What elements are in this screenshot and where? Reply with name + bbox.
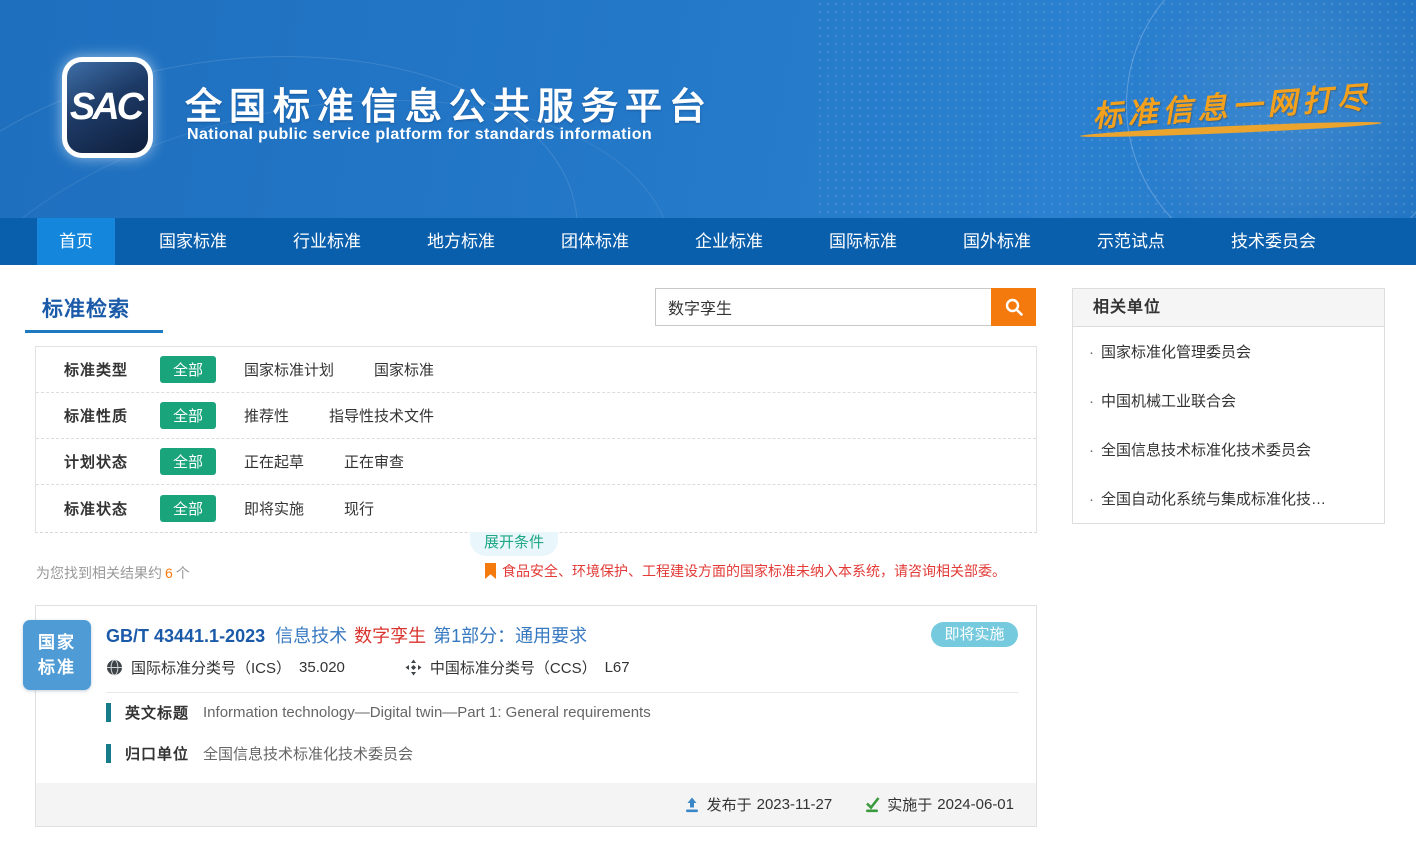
filter-label: 计划状态 bbox=[64, 451, 160, 472]
result-count-suffix: 个 bbox=[176, 565, 190, 581]
implement-label: 实施于 bbox=[887, 794, 932, 815]
implement-date-group: 实施于 2024-06-01 bbox=[864, 794, 1014, 815]
nav-item-technical-committees[interactable]: 技术委员会 bbox=[1209, 218, 1338, 265]
english-title-label: 英文标题 bbox=[125, 702, 189, 723]
filter-option[interactable]: 国家标准 bbox=[374, 359, 434, 380]
nav-item-national-standards[interactable]: 国家标准 bbox=[137, 218, 249, 265]
ics-value: 35.020 bbox=[299, 659, 345, 676]
bookmark-icon bbox=[485, 563, 496, 579]
filter-all-button[interactable]: 全部 bbox=[160, 495, 216, 522]
status-badge: 即将实施 bbox=[931, 622, 1018, 647]
filter-option[interactable]: 国家标准计划 bbox=[244, 359, 334, 380]
system-notice: 食品安全、环境保护、工程建设方面的国家标准未纳入本系统，请咨询相关部委。 bbox=[485, 561, 1006, 581]
filter-box: 标准类型 全部 国家标准计划 国家标准 标准性质 全部 推荐性 指导性技术文件 … bbox=[35, 346, 1037, 533]
nav-item-home[interactable]: 首页 bbox=[37, 218, 115, 265]
publish-date: 2023-11-27 bbox=[757, 796, 833, 813]
sac-logo[interactable]: SAC bbox=[62, 57, 153, 158]
dept-label: 归口单位 bbox=[125, 743, 189, 764]
site-subtitle: National public service platform for sta… bbox=[187, 126, 652, 144]
nav-item-international-standards[interactable]: 国际标准 bbox=[807, 218, 919, 265]
row-accent-bar bbox=[106, 744, 111, 763]
filter-all-button[interactable]: 全部 bbox=[160, 448, 216, 475]
dept-value: 全国信息技术标准化技术委员会 bbox=[203, 743, 413, 764]
publish-label: 发布于 bbox=[707, 794, 752, 815]
standard-title-highlight: 数字孪生 bbox=[354, 626, 426, 646]
site-title: 全国标准信息公共服务平台 bbox=[185, 76, 713, 130]
sidebar-item-sac[interactable]: 国家标准化管理委员会 bbox=[1073, 327, 1384, 376]
sac-logo-text: SAC bbox=[70, 86, 145, 129]
expand-conditions-button[interactable]: 展开条件 bbox=[470, 532, 558, 556]
nav-item-group-standards[interactable]: 团体标准 bbox=[539, 218, 651, 265]
nav-item-pilot-projects[interactable]: 示范试点 bbox=[1075, 218, 1187, 265]
globe-icon bbox=[106, 659, 123, 676]
english-title-row: 英文标题 Information technology—Digital twin… bbox=[106, 702, 651, 723]
dept-row: 归口单位 全国信息技术标准化技术委员会 bbox=[106, 743, 413, 764]
publish-date-group: 发布于 2023-11-27 bbox=[684, 794, 833, 815]
standard-code: GB/T 43441.1-2023 bbox=[106, 626, 265, 646]
filter-row-standard-nature: 标准性质 全部 推荐性 指导性技术文件 bbox=[36, 393, 1036, 439]
nav-item-enterprise-standards[interactable]: 企业标准 bbox=[673, 218, 785, 265]
related-units-title: 相关单位 bbox=[1073, 289, 1384, 327]
classification-row: 国际标准分类号（ICS） 35.020 中国标准分类号（CCS） L67 bbox=[106, 657, 630, 678]
notice-text: 食品安全、环境保护、工程建设方面的国家标准未纳入本系统，请咨询相关部委。 bbox=[502, 561, 1006, 581]
page: SAC 全国标准信息公共服务平台 National public service… bbox=[0, 0, 1416, 845]
compass-icon bbox=[405, 659, 422, 676]
section-title-standard-search[interactable]: 标准检索 bbox=[42, 293, 130, 323]
row-accent-bar bbox=[106, 703, 111, 722]
filter-all-button[interactable]: 全部 bbox=[160, 356, 216, 383]
upload-icon bbox=[684, 797, 700, 813]
ics-label: 国际标准分类号（ICS） bbox=[131, 657, 291, 678]
main-nav-list: 首页 国家标准 行业标准 地方标准 团体标准 企业标准 国际标准 国外标准 示范… bbox=[0, 218, 1416, 265]
filter-label: 标准状态 bbox=[64, 498, 160, 519]
nav-item-local-standards[interactable]: 地方标准 bbox=[405, 218, 517, 265]
standard-title-link[interactable]: GB/T 43441.1-2023 信息技术数字孪生第1部分：通用要求 bbox=[106, 622, 594, 648]
implement-date: 2024-06-01 bbox=[937, 796, 1014, 813]
related-units-panel: 相关单位 国家标准化管理委员会 中国机械工业联合会 全国信息技术标准化技术委员会… bbox=[1072, 288, 1385, 524]
result-count-number: 6 bbox=[165, 565, 173, 581]
filter-row-plan-status: 计划状态 全部 正在起草 正在审查 bbox=[36, 439, 1036, 485]
filter-all-button[interactable]: 全部 bbox=[160, 402, 216, 429]
standard-type-badge: 国家 标准 bbox=[23, 620, 91, 690]
filter-label: 标准性质 bbox=[64, 405, 160, 426]
search-icon bbox=[1004, 297, 1024, 317]
standard-title-part1: 信息技术 bbox=[275, 626, 347, 646]
ccs-value: L67 bbox=[605, 659, 630, 676]
filter-option[interactable]: 正在起草 bbox=[244, 451, 304, 472]
filter-row-standard-type: 标准类型 全部 国家标准计划 国家标准 bbox=[36, 347, 1036, 393]
filter-option[interactable]: 现行 bbox=[344, 498, 374, 519]
ccs-label: 中国标准分类号（CCS） bbox=[430, 657, 597, 678]
nav-item-foreign-standards[interactable]: 国外标准 bbox=[941, 218, 1053, 265]
check-icon bbox=[864, 797, 880, 813]
site-header: SAC 全国标准信息公共服务平台 National public service… bbox=[0, 0, 1416, 218]
result-count-prefix: 为您找到相关结果约 bbox=[36, 565, 162, 581]
sidebar-item-automation-committee[interactable]: 全国自动化系统与集成标准化技… bbox=[1073, 474, 1384, 523]
filter-label: 标准类型 bbox=[64, 359, 160, 380]
result-count: 为您找到相关结果约6个 bbox=[36, 563, 190, 583]
sidebar-item-it-standardization-committee[interactable]: 全国信息技术标准化技术委员会 bbox=[1073, 425, 1384, 474]
filter-row-standard-status: 标准状态 全部 即将实施 现行 bbox=[36, 485, 1036, 531]
filter-option[interactable]: 推荐性 bbox=[244, 405, 289, 426]
sac-logo-inner: SAC bbox=[67, 62, 148, 153]
card-footer: 发布于 2023-11-27 实施于 2024-06-01 bbox=[36, 783, 1036, 826]
english-title-value: Information technology—Digital twin—Part… bbox=[203, 704, 651, 721]
card-divider bbox=[106, 692, 1018, 693]
nav-item-industry-standards[interactable]: 行业标准 bbox=[271, 218, 383, 265]
filter-option[interactable]: 正在审查 bbox=[344, 451, 404, 472]
search-input[interactable] bbox=[655, 288, 991, 326]
main-nav: 首页 国家标准 行业标准 地方标准 团体标准 企业标准 国际标准 国外标准 示范… bbox=[0, 218, 1416, 265]
filter-option[interactable]: 即将实施 bbox=[244, 498, 304, 519]
sidebar-item-machinery-federation[interactable]: 中国机械工业联合会 bbox=[1073, 376, 1384, 425]
standard-title-part2: 第1部分：通用要求 bbox=[433, 626, 587, 646]
section-title-underline bbox=[25, 330, 163, 333]
search-button[interactable] bbox=[991, 288, 1036, 326]
standard-result-card: 国家 标准 GB/T 43441.1-2023信息技术数字孪生第1部分：通用要求… bbox=[35, 605, 1037, 827]
filter-option[interactable]: 指导性技术文件 bbox=[329, 405, 434, 426]
